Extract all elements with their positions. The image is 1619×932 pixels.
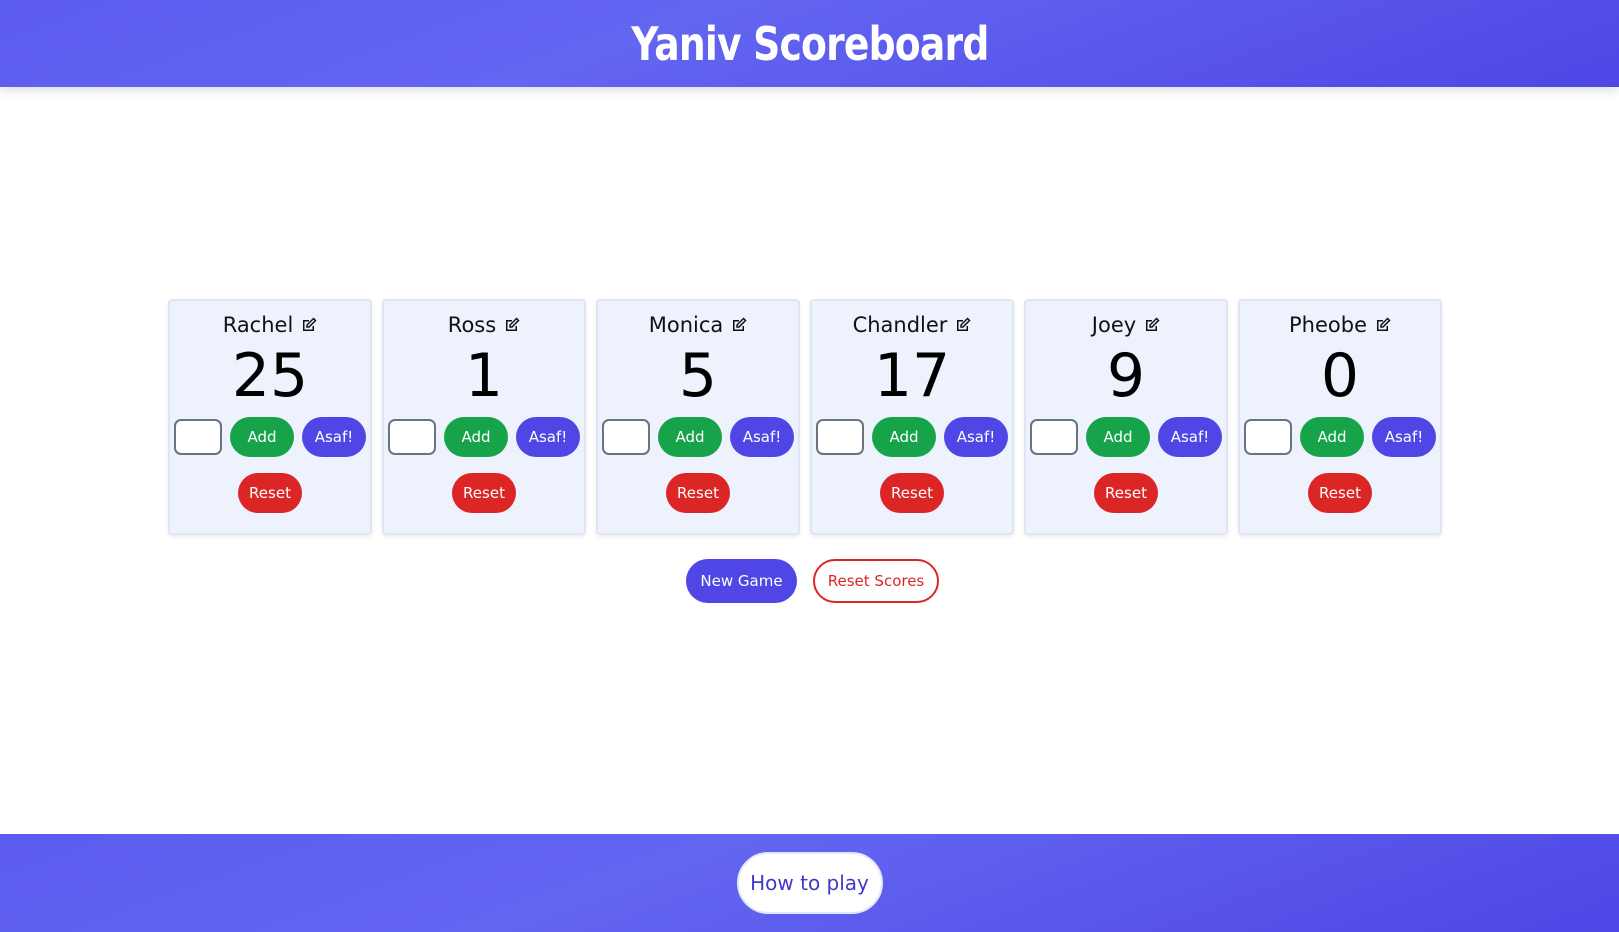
- player-name-row: Rachel: [223, 311, 318, 339]
- asaf-button[interactable]: Asaf!: [1372, 417, 1436, 457]
- player-controls: Add Asaf!: [174, 417, 366, 457]
- asaf-button[interactable]: Asaf!: [302, 417, 366, 457]
- player-card: Pheobe 0 Add Asaf! Reset: [1238, 299, 1442, 535]
- edit-icon[interactable]: [504, 317, 520, 333]
- player-card: Rachel 25 Add Asaf! Reset: [168, 299, 372, 535]
- points-input[interactable]: [602, 419, 650, 455]
- reset-scores-button[interactable]: Reset Scores: [813, 559, 939, 603]
- player-name-row: Pheobe: [1289, 311, 1391, 339]
- add-button[interactable]: Add: [1086, 417, 1150, 457]
- player-name: Chandler: [852, 313, 948, 337]
- player-score: 25: [231, 341, 309, 411]
- player-score: 1: [464, 341, 504, 411]
- player-controls: Add Asaf!: [816, 417, 1008, 457]
- edit-icon[interactable]: [1375, 317, 1391, 333]
- player-name-row: Ross: [448, 311, 520, 339]
- player-score: 9: [1106, 341, 1146, 411]
- player-card: Ross 1 Add Asaf! Reset: [382, 299, 586, 535]
- reset-player-button[interactable]: Reset: [452, 473, 516, 513]
- asaf-button[interactable]: Asaf!: [1158, 417, 1222, 457]
- add-button[interactable]: Add: [872, 417, 936, 457]
- player-name: Pheobe: [1289, 313, 1367, 337]
- edit-icon[interactable]: [731, 317, 747, 333]
- reset-player-button[interactable]: Reset: [1094, 473, 1158, 513]
- asaf-button[interactable]: Asaf!: [730, 417, 794, 457]
- asaf-button[interactable]: Asaf!: [516, 417, 580, 457]
- player-score: 0: [1320, 341, 1360, 411]
- points-input[interactable]: [174, 419, 222, 455]
- reset-player-button[interactable]: Reset: [880, 473, 944, 513]
- player-controls: Add Asaf!: [1030, 417, 1222, 457]
- player-card: Joey 9 Add Asaf! Reset: [1024, 299, 1228, 535]
- points-input[interactable]: [1244, 419, 1292, 455]
- player-name: Rachel: [222, 313, 294, 337]
- add-button[interactable]: Add: [1300, 417, 1364, 457]
- edit-icon[interactable]: [301, 317, 317, 333]
- new-game-button[interactable]: New Game: [686, 559, 797, 603]
- player-name: Ross: [447, 313, 497, 337]
- player-score: 17: [873, 341, 951, 411]
- player-name-row: Chandler: [853, 311, 972, 339]
- player-controls: Add Asaf!: [602, 417, 794, 457]
- player-controls: Add Asaf!: [388, 417, 580, 457]
- player-card: Monica 5 Add Asaf! Reset: [596, 299, 800, 535]
- points-input[interactable]: [1030, 419, 1078, 455]
- points-input[interactable]: [388, 419, 436, 455]
- player-name: Monica: [648, 313, 724, 337]
- player-card: Chandler 17 Add Asaf! Reset: [810, 299, 1014, 535]
- player-name: Joey: [1091, 313, 1137, 337]
- page-footer: How to play: [0, 834, 1619, 932]
- add-button[interactable]: Add: [230, 417, 294, 457]
- player-controls: Add Asaf!: [1244, 417, 1436, 457]
- add-button[interactable]: Add: [658, 417, 722, 457]
- add-button[interactable]: Add: [444, 417, 508, 457]
- points-input[interactable]: [816, 419, 864, 455]
- how-to-play-button[interactable]: How to play: [736, 852, 883, 914]
- edit-icon[interactable]: [1144, 317, 1160, 333]
- reset-player-button[interactable]: Reset: [238, 473, 302, 513]
- reset-player-button[interactable]: Reset: [1308, 473, 1372, 513]
- player-name-row: Joey: [1092, 311, 1160, 339]
- player-name-row: Monica: [649, 311, 748, 339]
- asaf-button[interactable]: Asaf!: [944, 417, 1008, 457]
- page-header: Yaniv Scoreboard: [0, 0, 1619, 87]
- game-actions: New Game Reset Scores: [686, 559, 939, 603]
- edit-icon[interactable]: [955, 317, 971, 333]
- player-score: 5: [678, 341, 718, 411]
- page-title: Yaniv Scoreboard: [630, 16, 989, 71]
- reset-player-button[interactable]: Reset: [666, 473, 730, 513]
- player-cards: Rachel 25 Add Asaf! Reset Ross 1 Add Asa…: [168, 299, 1442, 535]
